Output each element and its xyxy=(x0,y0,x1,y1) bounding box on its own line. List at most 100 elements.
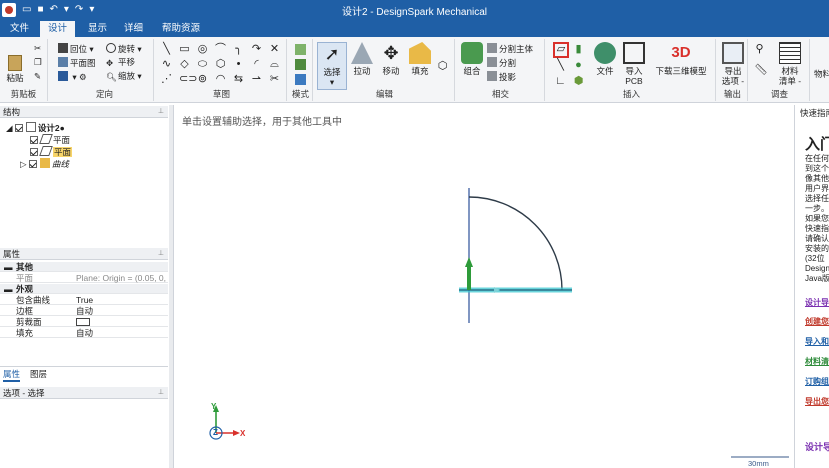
guide-link[interactable]: 订购组 xyxy=(805,377,829,386)
spline-tool-icon[interactable]: ∿ xyxy=(161,59,172,70)
visibility-checkbox[interactable] xyxy=(30,136,38,144)
slot-tool-icon[interactable]: ⊂⊃ xyxy=(179,74,197,85)
property-row-clip-plane[interactable]: 剪裁面 xyxy=(0,317,168,327)
section-mode-icon[interactable] xyxy=(295,59,306,70)
rectangle-tool-icon[interactable]: ▭ xyxy=(179,44,190,55)
tree-item-plane-2[interactable]: 平面 xyxy=(30,146,73,157)
pan-button[interactable]: ✥ 平移 xyxy=(106,57,135,68)
plane-icon xyxy=(39,146,53,156)
direction-arrow-shaft[interactable] xyxy=(467,266,471,290)
project-button[interactable]: 投影 xyxy=(487,71,516,83)
bom-button[interactable]: 材料 清单 - xyxy=(774,42,806,86)
box-icon[interactable]: ⬢ xyxy=(573,76,584,87)
split-body-button[interactable]: 分割主体 xyxy=(487,43,533,55)
tab-help-resources[interactable]: 帮助资源 xyxy=(154,21,208,37)
sphere-icon[interactable]: ● xyxy=(573,60,584,71)
clipboard-group-label: 剪贴板 xyxy=(10,89,37,99)
direction-arrow-icon[interactable] xyxy=(465,257,473,267)
clip-plane-swatch[interactable] xyxy=(76,318,90,326)
ribbon: 粘贴 ✂ ❐ ✎ 剪贴板 回位 ▾ 旋转 ▾ 平面图 ✥ 平移 ▾ ⚙ 🔍︎缩放 … xyxy=(0,37,829,103)
construction-line-icon[interactable]: ⋰ xyxy=(161,74,172,85)
point-tool-icon[interactable]: • xyxy=(233,59,244,70)
format-painter-icon[interactable]: ✎ xyxy=(34,71,41,82)
tangent-arc-icon[interactable]: ╮ xyxy=(233,44,244,55)
ellipse-tool-icon[interactable]: ⬭ xyxy=(197,59,208,70)
download-3d-button[interactable]: 3D 下载三维模型 xyxy=(650,42,712,76)
property-row-fill[interactable]: 填充 自动 xyxy=(0,328,168,338)
extend-tool-icon[interactable]: ⇀ xyxy=(251,74,262,85)
3d-mode-icon[interactable] xyxy=(295,74,306,85)
three-point-rect-icon[interactable]: ◇ xyxy=(179,59,190,70)
plane-tool-icon[interactable]: ▱ xyxy=(553,42,569,58)
mirror-tool-icon[interactable]: ⇆ xyxy=(233,74,244,85)
guide-link[interactable]: 导出您 xyxy=(805,397,829,406)
property-row-border[interactable]: 边框 自动 xyxy=(0,306,168,316)
property-row-include-curves[interactable]: 包含曲线 True xyxy=(0,295,168,305)
guide-link[interactable]: 创建您 xyxy=(805,317,829,326)
tree-root[interactable]: ◢ 设计2● xyxy=(6,122,65,133)
tab-design[interactable]: 设计 xyxy=(40,21,76,37)
file-insert-button[interactable]: 文件 xyxy=(592,42,618,76)
combine-button[interactable]: 组合 xyxy=(459,42,485,76)
import-pcb-button[interactable]: 导入 PCB xyxy=(620,42,648,86)
design-icon xyxy=(25,122,36,132)
tab-file[interactable]: 文件 xyxy=(2,21,37,37)
edit-extra-icon[interactable]: ⬡ xyxy=(437,61,448,72)
property-category-other[interactable]: ▬ 其他 xyxy=(0,262,168,272)
cut-icon[interactable]: ✂ xyxy=(34,43,41,54)
origin-tool-icon[interactable]: ∟ xyxy=(555,76,566,87)
paste-button[interactable]: 粘贴 xyxy=(4,55,26,83)
sketch-mode-icon[interactable] xyxy=(295,44,306,55)
three-point-arc-icon[interactable]: ◠ xyxy=(215,74,226,85)
trim-tool-icon[interactable]: ✕ xyxy=(269,44,280,55)
property-category-appearance[interactable]: ▬ 外观 xyxy=(0,284,168,294)
rotate-button[interactable]: 旋转 ▾ xyxy=(106,43,142,55)
tab-layers[interactable]: 图层 xyxy=(30,368,47,380)
measure-icon[interactable]: ⚲ xyxy=(754,44,765,55)
guide-link[interactable]: 材料清 xyxy=(805,357,829,366)
visibility-checkbox[interactable] xyxy=(28,160,37,168)
guide-link[interactable]: 导入和 xyxy=(805,337,829,346)
tab-display[interactable]: 显示 xyxy=(80,21,115,37)
sweep-arc-icon[interactable]: ↷ xyxy=(251,44,262,55)
three-point-circle-icon[interactable]: ⊚ xyxy=(197,74,208,85)
home-button[interactable]: 回位 ▾ xyxy=(58,43,94,55)
material-button[interactable]: 物料 xyxy=(814,69,829,80)
arc-tool-icon[interactable]: ⌒ xyxy=(215,44,226,55)
move-button[interactable]: ✥ 移动 xyxy=(377,42,405,76)
design-canvas[interactable]: 单击设置辅助选择，用于其他工具中 Y X Z 30mm xyxy=(173,105,795,468)
axis-tool-icon[interactable]: ╲ xyxy=(555,60,566,71)
tree-item-curves[interactable]: ▷ 曲线 xyxy=(20,158,69,169)
split-body-icon xyxy=(487,43,497,53)
pin-icon[interactable]: ⊥ xyxy=(158,248,164,260)
line-tool-icon[interactable]: ╲ xyxy=(161,44,172,55)
plan-view-button[interactable]: 平面图 xyxy=(58,57,96,69)
viewport-graphics xyxy=(209,188,789,458)
polygon-tool-icon[interactable]: ⬡ xyxy=(215,59,226,70)
visibility-checkbox[interactable] xyxy=(30,148,38,156)
visibility-checkbox[interactable] xyxy=(14,124,23,132)
zoom-button[interactable]: 🔍︎缩放 ▾ xyxy=(106,71,142,82)
property-row-plane[interactable]: 平面Plane: Origin = (0.05, 0, 0), xyxy=(0,273,168,293)
fill-button[interactable]: 填充 xyxy=(407,42,433,76)
cylinder-icon[interactable]: ▮ xyxy=(573,44,584,55)
pin-icon[interactable]: ⊥ xyxy=(158,106,164,118)
pull-button[interactable]: 拉动 xyxy=(349,42,375,76)
select-button[interactable]: ➚ 选择 ▾ xyxy=(317,42,347,90)
split-button[interactable]: 分割 xyxy=(487,57,516,69)
fillet-tool-icon[interactable]: ◜ xyxy=(251,59,262,70)
tab-properties[interactable]: 属性 xyxy=(3,368,21,382)
ruler-icon[interactable]: 📏︎ xyxy=(754,65,768,76)
tree-item-plane-1[interactable]: 平面 xyxy=(30,134,70,145)
export-options-button[interactable]: 导出 选项 - xyxy=(720,42,746,86)
circle-tool-icon[interactable]: ◎ xyxy=(197,44,208,55)
sketch-arc[interactable] xyxy=(468,196,563,291)
split-line-icon[interactable]: ✂ xyxy=(269,74,280,85)
offset-tool-icon[interactable]: ⌓ xyxy=(269,59,280,70)
paste-icon xyxy=(8,55,22,71)
guide-link[interactable]: 设计导 xyxy=(805,298,829,307)
copy-icon[interactable]: ❐ xyxy=(34,57,42,68)
pin-icon[interactable]: ⊥ xyxy=(158,387,164,399)
tab-detail[interactable]: 详细 xyxy=(116,21,151,37)
view-cube-button[interactable]: ▾ ⚙ xyxy=(58,71,87,83)
